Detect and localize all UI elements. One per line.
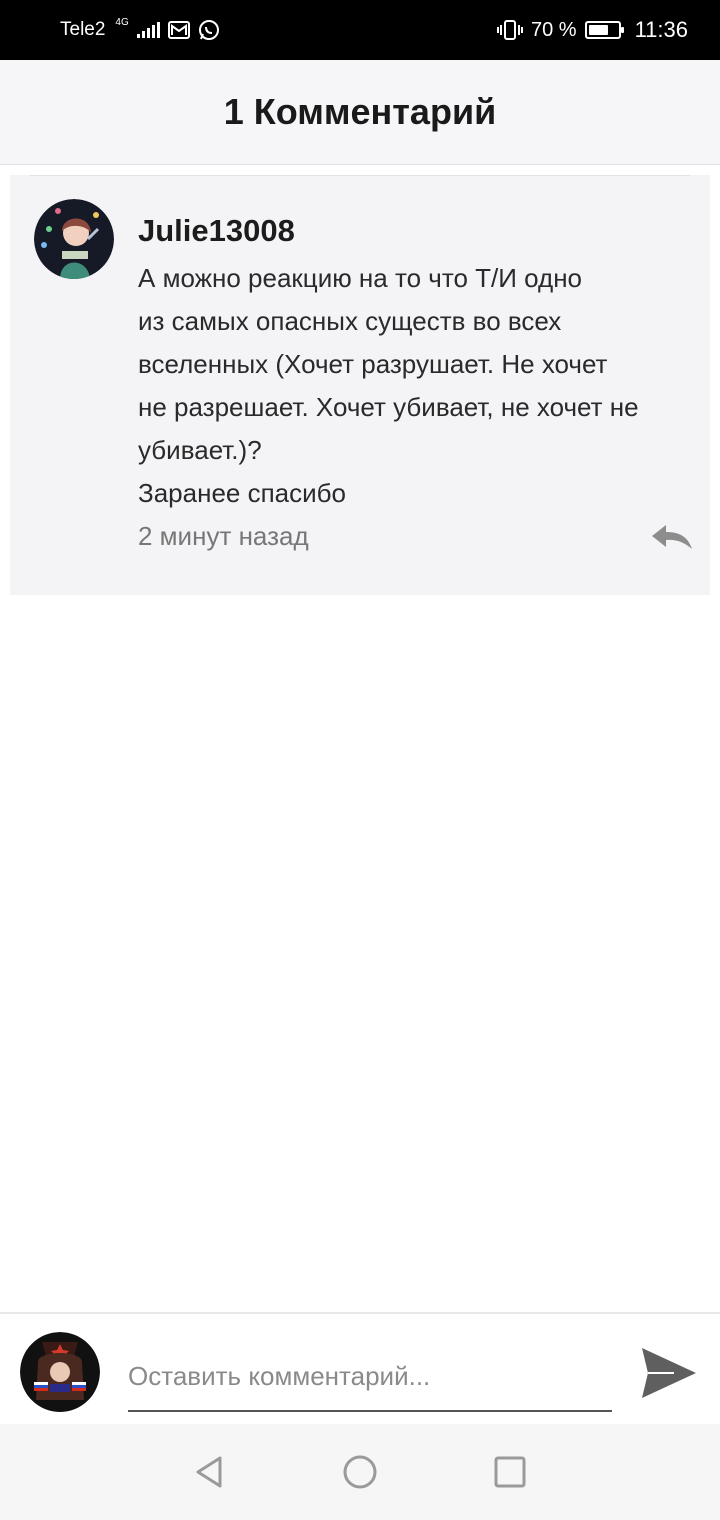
whatsapp-icon bbox=[198, 19, 220, 41]
network-type: 4G bbox=[115, 16, 129, 28]
battery-percent: 70 % bbox=[530, 18, 577, 41]
battery-fill bbox=[588, 25, 609, 35]
vibrate-icon bbox=[496, 19, 523, 41]
comment-text: А можно реакцию на то что Т/И одно из са… bbox=[138, 263, 639, 508]
comment-input[interactable] bbox=[128, 1342, 612, 1412]
page-title: 1 Комментарий bbox=[223, 91, 497, 132]
comments-header: 1 Комментарий bbox=[0, 60, 720, 165]
comment-input-bar bbox=[0, 1312, 720, 1424]
comment-card: Julie13008 А можно реакцию на то что Т/И… bbox=[10, 175, 710, 595]
battery-icon bbox=[584, 21, 624, 39]
carrier-name: Tele2 bbox=[60, 19, 106, 40]
reply-icon[interactable] bbox=[650, 523, 694, 551]
status-left: Tele2 4G bbox=[60, 16, 220, 41]
comment-timestamp: 2 минут назад bbox=[138, 521, 309, 551]
back-icon[interactable] bbox=[185, 1447, 235, 1497]
send-icon[interactable] bbox=[638, 1344, 700, 1402]
mail-icon bbox=[167, 21, 190, 39]
signal-icon bbox=[136, 22, 160, 38]
comment-meta: 2 минут назад bbox=[138, 521, 694, 552]
home-icon[interactable] bbox=[335, 1447, 385, 1497]
avatar[interactable] bbox=[34, 199, 114, 279]
recents-icon[interactable] bbox=[485, 1447, 535, 1497]
system-nav-bar bbox=[0, 1424, 720, 1520]
clock: 11:36 bbox=[634, 17, 688, 42]
comment-body: Julie13008 А можно реакцию на то что Т/И… bbox=[138, 211, 694, 552]
comment-username[interactable]: Julie13008 bbox=[138, 211, 694, 251]
status-right: 70 % 11:36 bbox=[496, 17, 688, 43]
divider bbox=[30, 175, 690, 176]
status-bar: Tele2 4G 70 % 11:36 bbox=[0, 0, 720, 60]
user-avatar[interactable] bbox=[20, 1332, 100, 1412]
